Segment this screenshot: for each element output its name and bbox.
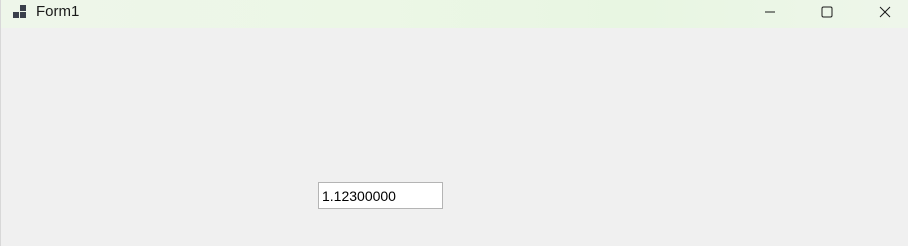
form-app-icon xyxy=(12,4,28,20)
maximize-button[interactable] xyxy=(798,0,856,24)
minimize-button[interactable] xyxy=(741,0,799,24)
window-title: Form1 xyxy=(36,3,80,20)
form-window: Form1 xyxy=(0,0,908,246)
close-button[interactable] xyxy=(856,0,908,24)
maximize-icon xyxy=(821,6,833,18)
close-icon xyxy=(879,6,891,18)
form-client-area xyxy=(1,28,908,246)
title-bar[interactable]: Form1 xyxy=(1,0,908,28)
value-textbox[interactable] xyxy=(318,182,443,209)
minimize-icon xyxy=(764,6,776,18)
